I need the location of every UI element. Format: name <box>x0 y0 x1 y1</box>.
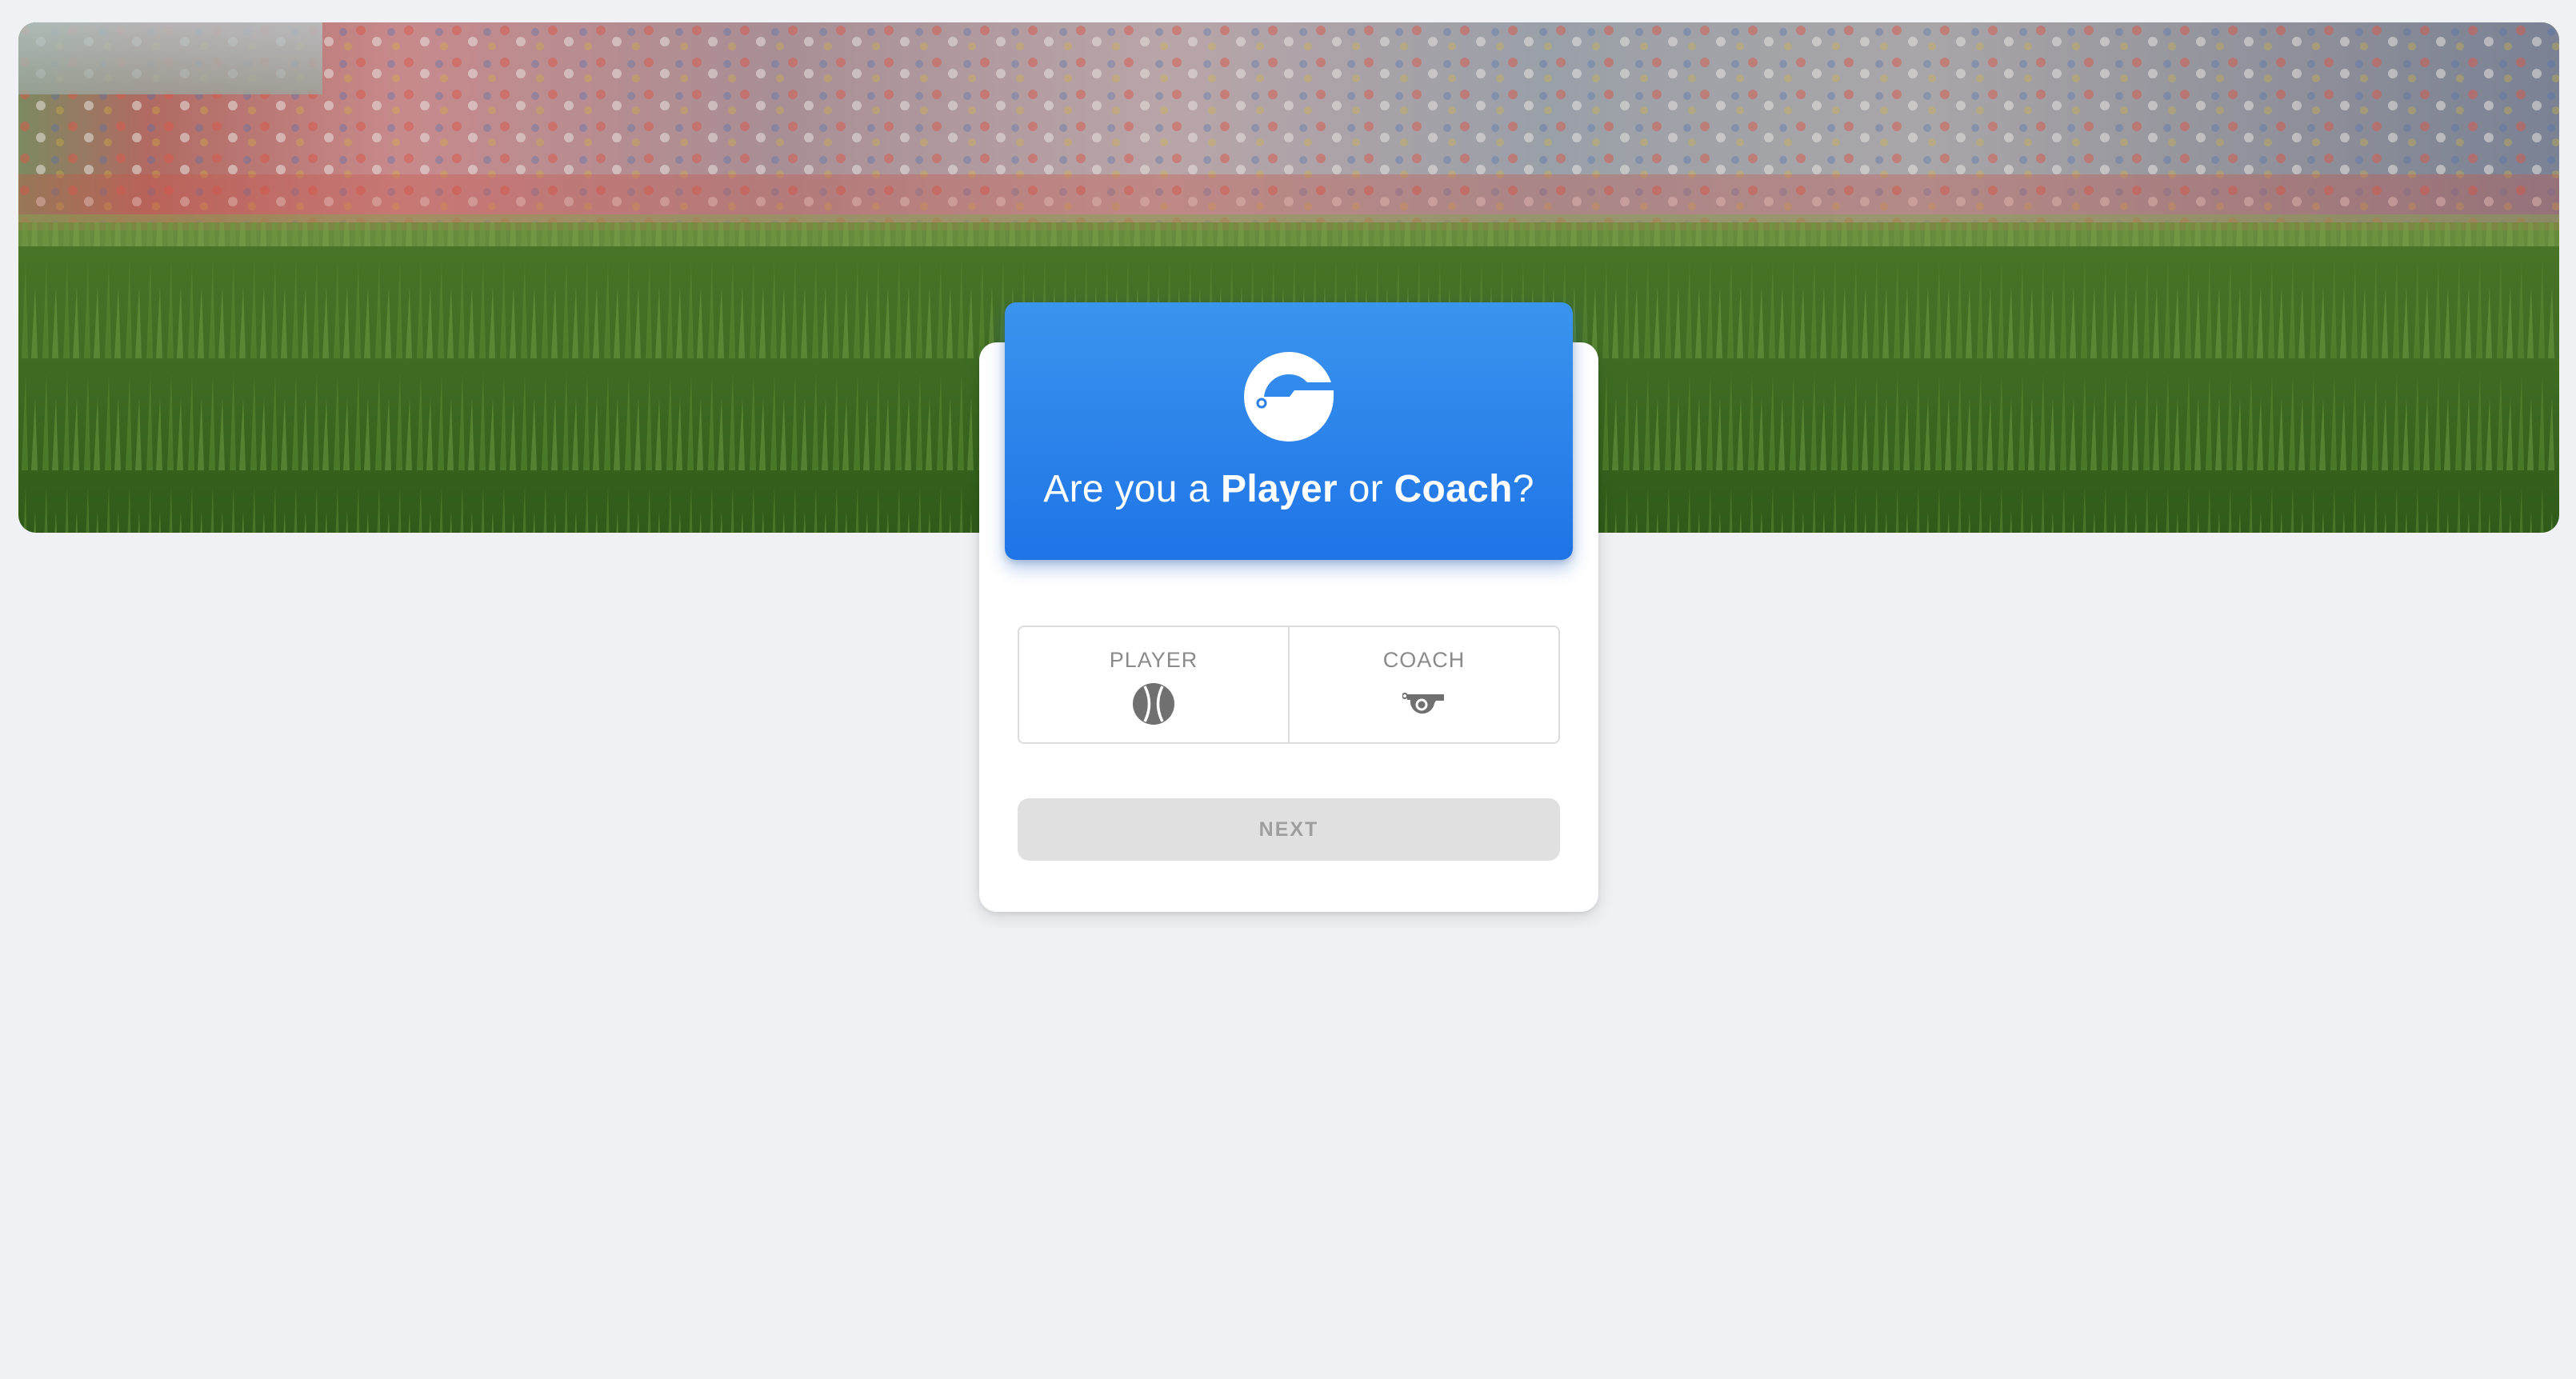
next-button[interactable]: NEXT <box>1018 798 1560 861</box>
page-title: Are you a Player or Coach? <box>1005 467 1573 511</box>
headline-prefix: Are you a <box>1043 468 1222 510</box>
headline-suffix: ? <box>1512 468 1534 510</box>
headline-middle: or <box>1337 468 1394 510</box>
ball-icon <box>1133 683 1174 725</box>
coach-option-label: COACH <box>1382 648 1466 672</box>
brand-logo-icon <box>1244 352 1334 442</box>
coach-option-button[interactable]: COACH <box>1288 627 1558 742</box>
headline-player: Player <box>1221 468 1338 510</box>
role-toggle-group: PLAYER COACH <box>1018 626 1560 744</box>
player-option-label: PLAYER <box>1109 648 1198 672</box>
headline-coach: Coach <box>1394 468 1513 510</box>
player-option-button[interactable]: PLAYER <box>1019 627 1288 742</box>
card-header: Are you a Player or Coach? <box>1005 302 1573 560</box>
whistle-icon <box>1402 693 1444 714</box>
